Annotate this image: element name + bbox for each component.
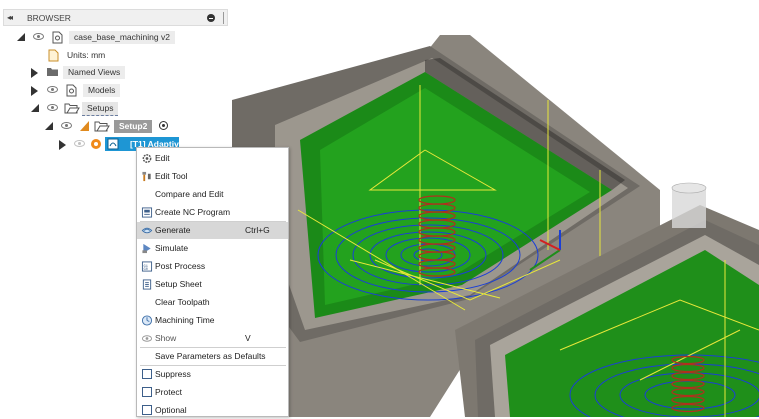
menu-item-create-nc-program[interactable]: Create NC Program (137, 204, 288, 221)
expand-toggle-icon[interactable] (31, 68, 38, 78)
expand-toggle-icon[interactable] (59, 140, 66, 150)
menu-item-label: Create NC Program (155, 207, 231, 217)
pin-icon[interactable] (207, 14, 215, 22)
setups-folder-icon (64, 103, 80, 114)
setup-sheet-icon (142, 279, 152, 290)
menu-item-label: Clear Toolpath (155, 297, 210, 307)
setup-folder-icon (94, 121, 110, 132)
menu-item-label: Post Process (155, 261, 206, 271)
tree-node-units[interactable]: Units: mm (44, 48, 174, 64)
adaptive-operation-icon (107, 138, 119, 150)
menu-item-label: Simulate (155, 243, 189, 253)
menu-item-clear-toolpath[interactable]: Clear Toolpath (137, 294, 288, 311)
post-process-icon: G1G0 (141, 261, 153, 272)
setups-label[interactable]: Setups (82, 102, 119, 116)
setup2-label[interactable]: Setup2 (114, 120, 153, 133)
units-document-icon (48, 49, 59, 62)
menu-item-label: Protect (155, 387, 182, 397)
visibility-eye-icon[interactable] (33, 33, 44, 40)
menu-item-show[interactable]: Show V (137, 330, 288, 347)
menu-item-optional[interactable]: Optional (137, 402, 288, 419)
visibility-eye-icon[interactable] (74, 140, 85, 147)
models-label[interactable]: Models (83, 84, 121, 97)
menu-item-machining-time[interactable]: Machining Time (137, 312, 288, 329)
menu-item-simulate[interactable]: Simulate (137, 240, 288, 257)
menu-item-setup-sheet[interactable]: Setup Sheet (137, 276, 288, 293)
gear-icon (142, 154, 152, 163)
visibility-eye-icon[interactable] (47, 86, 58, 93)
tree-node-models[interactable]: Models (28, 83, 178, 99)
checkbox-icon[interactable] (142, 405, 152, 415)
expand-toggle-icon[interactable] (17, 33, 25, 41)
tree-node-setups[interactable]: Setups (28, 101, 178, 117)
model-icon (66, 84, 77, 97)
tree-node-setup2[interactable]: Setup2 (42, 119, 192, 135)
svg-text:G0: G0 (144, 268, 148, 272)
visibility-eye-icon[interactable] (61, 122, 72, 129)
tree-node-named-views[interactable]: Named Views (28, 65, 178, 81)
document-icon (52, 31, 63, 44)
checkbox-icon[interactable] (142, 387, 152, 397)
expand-toggle-icon[interactable] (45, 122, 53, 130)
named-views-label[interactable]: Named Views (63, 66, 126, 79)
menu-item-post-process[interactable]: G1 G0 Post Process (137, 258, 288, 275)
menu-item-label: Machining Time (155, 315, 215, 325)
expand-toggle-icon[interactable] (31, 86, 38, 96)
shortcut-label: Ctrl+G (245, 225, 270, 235)
menu-item-save-parameters[interactable]: Save Parameters as Defaults (137, 348, 288, 365)
menu-item-label: Show (155, 333, 177, 343)
menu-item-generate[interactable]: Generate Ctrl+G (137, 222, 288, 239)
menu-item-edit-tool[interactable]: Edit Tool (137, 168, 288, 185)
checkbox-icon[interactable] (142, 369, 152, 379)
menu-item-compare-and-edit[interactable]: Compare and Edit (137, 186, 288, 203)
eye-icon (141, 335, 153, 342)
menu-item-protect[interactable]: Protect (137, 384, 288, 401)
folder-icon (47, 68, 58, 76)
menu-item-label: Edit (155, 153, 170, 163)
menu-item-label: Optional (155, 405, 187, 415)
toolpath-warning-icon (91, 139, 101, 149)
clock-icon (141, 315, 153, 326)
browser-header: ◂◂ BROWSER (3, 9, 228, 26)
stock-wedge-icon (80, 121, 89, 131)
resize-grip[interactable] (223, 12, 224, 24)
units-label: Units: mm (67, 50, 106, 60)
menu-item-label: Setup Sheet (155, 279, 202, 289)
activate-radio-icon[interactable] (159, 121, 168, 130)
menu-item-edit[interactable]: Edit (137, 150, 288, 167)
menu-item-label: Compare and Edit (155, 189, 224, 199)
menu-item-suppress[interactable]: Suppress (137, 366, 288, 383)
visibility-eye-icon[interactable] (47, 104, 58, 111)
menu-item-label: Save Parameters as Defaults (155, 351, 266, 361)
simulate-icon (142, 243, 151, 254)
root-label[interactable]: case_base_machining v2 (69, 31, 175, 44)
menu-item-label: Edit Tool (155, 171, 188, 181)
menu-item-label: Suppress (155, 369, 191, 379)
tree-node-root[interactable]: case_base_machining v2 (14, 30, 214, 46)
expand-toggle-icon[interactable] (31, 104, 39, 112)
tool-icon (142, 171, 151, 182)
context-menu: Edit Edit Tool Compare and Edit Create N… (136, 147, 289, 417)
menu-item-label: Generate (155, 225, 191, 235)
browser-title: BROWSER (27, 13, 71, 23)
nc-program-icon (141, 207, 153, 218)
generate-icon (141, 227, 153, 234)
collapse-panel-icon[interactable]: ◂◂ (7, 13, 13, 22)
shortcut-label: V (245, 333, 251, 343)
